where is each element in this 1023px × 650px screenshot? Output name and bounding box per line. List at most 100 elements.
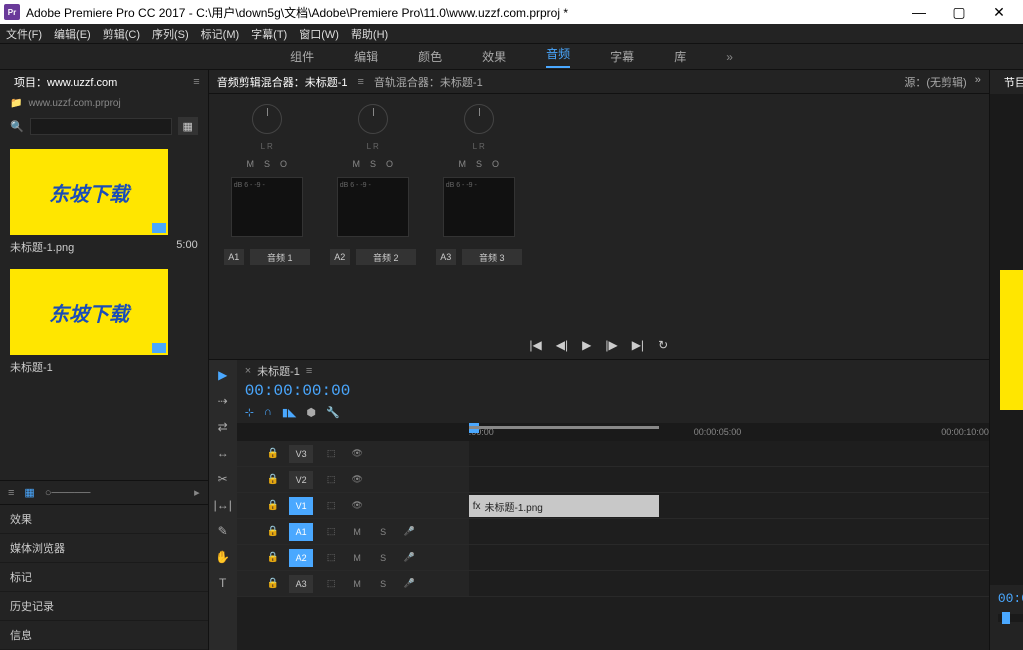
menu-window[interactable]: 窗口(W): [299, 26, 339, 42]
ripple-tool-icon[interactable]: ⇄: [218, 420, 228, 434]
menu-edit[interactable]: 编辑(E): [54, 26, 91, 42]
snap-icon[interactable]: ⊹: [245, 406, 254, 419]
video-track[interactable]: 🔒V3⬚👁: [237, 441, 989, 467]
o-toggle[interactable]: O: [492, 159, 499, 169]
menu-sequence[interactable]: 序列(S): [152, 26, 189, 42]
project-tab[interactable]: 项目：www.uzzf.com: [8, 70, 123, 94]
ws-color[interactable]: 颜色: [418, 48, 442, 65]
voice-icon[interactable]: 🎤: [401, 552, 417, 563]
rate-tool-icon[interactable]: ↔: [217, 446, 229, 460]
video-track[interactable]: 🔒V2⬚👁: [237, 467, 989, 493]
ws-titles[interactable]: 字幕: [610, 48, 634, 65]
zoom-slider[interactable]: ○─────: [45, 487, 91, 499]
track-label[interactable]: A2: [289, 549, 313, 567]
lock-icon[interactable]: 🔒: [267, 474, 279, 485]
lock-icon[interactable]: 🔒: [267, 552, 279, 563]
pan-knob[interactable]: [358, 104, 388, 134]
mute-icon[interactable]: M: [349, 527, 365, 537]
sequence-name[interactable]: 未标题-1: [257, 363, 300, 379]
menu-marker[interactable]: 标记(M): [201, 26, 240, 42]
track-label[interactable]: V1: [289, 497, 313, 515]
project-item[interactable]: 东坡下载 未标题-1: [10, 269, 198, 375]
solo-icon[interactable]: S: [375, 527, 391, 537]
toggle-output-icon[interactable]: ⬚: [323, 578, 339, 589]
marker-icon[interactable]: ▮◣: [282, 406, 297, 419]
mute-toggle[interactable]: M: [352, 159, 360, 169]
tab-history[interactable]: 历史记录: [0, 592, 208, 621]
program-scrubber[interactable]: [998, 614, 1023, 622]
minimize-button[interactable]: —: [899, 0, 939, 24]
mixer-tab-clip[interactable]: 音频剪辑混合器：未标题-1: [217, 74, 348, 90]
menu-file[interactable]: 文件(F): [6, 26, 42, 42]
eye-icon[interactable]: 👁: [349, 500, 365, 511]
voice-icon[interactable]: 🎤: [401, 526, 417, 537]
overflow-icon[interactable]: »: [975, 74, 981, 90]
add-marker-icon[interactable]: ⬢: [306, 406, 316, 419]
menu-clip[interactable]: 剪辑(C): [103, 26, 140, 42]
lock-icon[interactable]: 🔒: [267, 526, 279, 537]
tab-media-browser[interactable]: 媒体浏览器: [0, 534, 208, 563]
tab-effects[interactable]: 效果: [0, 505, 208, 534]
search-input[interactable]: [30, 118, 172, 135]
lock-icon[interactable]: 🔒: [267, 500, 279, 511]
scrubber-playhead[interactable]: [1002, 612, 1010, 624]
ws-editing[interactable]: 编辑: [354, 48, 378, 65]
type-tool-icon[interactable]: T: [219, 576, 226, 590]
voice-icon[interactable]: 🎤: [401, 578, 417, 589]
play-icon[interactable]: ▶: [582, 338, 591, 352]
eye-icon[interactable]: 👁: [349, 474, 365, 485]
loop-icon[interactable]: ↻: [658, 338, 668, 352]
toggle-output-icon[interactable]: ⬚: [323, 474, 339, 485]
track-label[interactable]: A3: [289, 575, 313, 593]
search-scope-icon[interactable]: ▦: [178, 117, 198, 135]
toggle-output-icon[interactable]: ⬚: [323, 500, 339, 511]
solo-icon[interactable]: S: [375, 579, 391, 589]
channel-name[interactable]: 音频 3: [462, 249, 522, 265]
panel-menu-icon[interactable]: ≡: [357, 76, 363, 88]
video-track[interactable]: 🔒 V1 ⬚ 👁 fx未标题-1.png: [237, 493, 989, 519]
close-button[interactable]: ✕: [979, 0, 1019, 24]
solo-toggle[interactable]: S: [264, 159, 270, 169]
pan-knob[interactable]: [252, 104, 282, 134]
pen-tool-icon[interactable]: ✎: [218, 524, 228, 538]
tab-info[interactable]: 信息: [0, 621, 208, 650]
settings-icon[interactable]: 🔧: [326, 406, 340, 419]
selection-tool-icon[interactable]: ▶: [218, 368, 227, 382]
track-select-tool-icon[interactable]: ⇢: [218, 394, 228, 408]
solo-toggle[interactable]: S: [370, 159, 376, 169]
work-area-bar[interactable]: [469, 426, 659, 429]
program-viewport[interactable]: 东坡下载: [990, 94, 1023, 585]
program-tab[interactable]: 节目：未标题-1: [998, 70, 1023, 94]
program-timecode[interactable]: 00:00:00:00: [998, 591, 1023, 606]
ws-assembly[interactable]: 组件: [290, 48, 314, 65]
mute-toggle[interactable]: M: [458, 159, 466, 169]
slip-tool-icon[interactable]: |↔|: [214, 498, 232, 512]
audio-track[interactable]: 🔒A1⬚MS🎤: [237, 519, 989, 545]
mute-icon[interactable]: M: [349, 553, 365, 563]
menu-help[interactable]: 帮助(H): [351, 26, 388, 42]
audio-track[interactable]: 🔒A2⬚MS🎤: [237, 545, 989, 571]
panel-menu-icon[interactable]: ≡: [193, 76, 199, 88]
icon-view-icon[interactable]: ▦: [24, 486, 34, 499]
close-seq-icon[interactable]: ×: [245, 365, 251, 377]
track-label[interactable]: A1: [289, 523, 313, 541]
timeline-clip[interactable]: fx未标题-1.png: [469, 495, 659, 517]
mixer-tab-track[interactable]: 音轨混合器：未标题-1: [374, 74, 483, 90]
channel-name[interactable]: 音频 2: [356, 249, 416, 265]
mute-toggle[interactable]: M: [246, 159, 254, 169]
mute-icon[interactable]: M: [349, 579, 365, 589]
eye-icon[interactable]: 👁: [349, 448, 365, 459]
link-icon[interactable]: ∩: [264, 406, 272, 419]
lock-icon[interactable]: 🔒: [267, 448, 279, 459]
audio-track[interactable]: 🔒A3⬚MS🎤: [237, 571, 989, 597]
channel-name[interactable]: 音频 1: [250, 249, 310, 265]
goto-in-icon[interactable]: |◀: [529, 338, 541, 352]
ws-audio[interactable]: 音频: [546, 45, 570, 68]
ws-effects[interactable]: 效果: [482, 48, 506, 65]
solo-icon[interactable]: S: [375, 553, 391, 563]
ws-overflow-icon[interactable]: »: [726, 50, 733, 64]
track-label[interactable]: V3: [289, 445, 313, 463]
o-toggle[interactable]: O: [386, 159, 393, 169]
menu-title[interactable]: 字幕(T): [251, 26, 287, 42]
step-fwd-icon[interactable]: |▶: [605, 338, 617, 352]
